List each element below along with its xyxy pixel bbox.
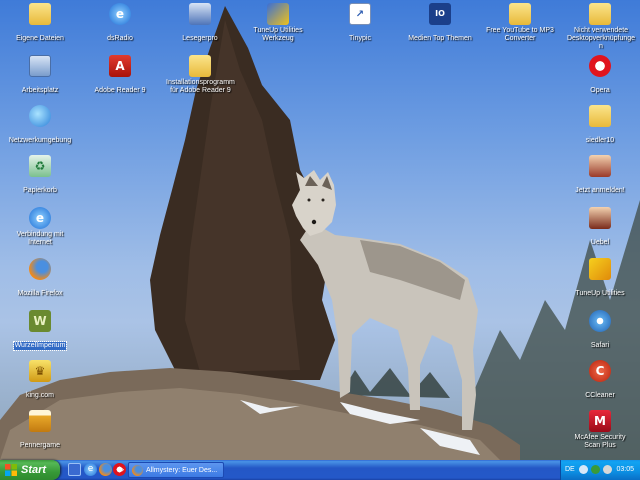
game-icon: W bbox=[29, 310, 51, 332]
firefox-icon bbox=[132, 465, 143, 476]
desktop-icon-arbeitsplatz[interactable]: Arbeitsplatz bbox=[5, 55, 75, 97]
desktop-icon-label: TuneUp Utilities bbox=[575, 290, 625, 297]
desktop-icon-label: dsRadio bbox=[107, 35, 133, 42]
desktop-icon-ccleaner[interactable]: C CCleaner bbox=[565, 360, 635, 402]
security-tray-icon[interactable] bbox=[591, 465, 600, 474]
desktop-icon-wurzelimperium[interactable]: W WurzelImperium bbox=[5, 310, 75, 352]
firefox-icon bbox=[29, 258, 51, 280]
desktop-icon-label: Papierkorb bbox=[23, 187, 57, 194]
desktop-icon-label: king.com bbox=[25, 392, 54, 399]
desktop-icon-free-youtube[interactable]: Free YouTube to MP3 Converter bbox=[485, 3, 555, 45]
tuneup-icon bbox=[589, 258, 611, 280]
game-figure-icon bbox=[589, 207, 611, 229]
desktop-icon-opera[interactable]: Opera bbox=[565, 55, 635, 97]
mcafee-icon: M bbox=[589, 410, 611, 432]
desktop-icon-label: Verbindung mit Internet bbox=[16, 231, 64, 246]
folder-icon bbox=[589, 105, 611, 127]
desktop-icon-label: Installationsprogramm für Adobe Reader 9 bbox=[166, 79, 235, 94]
computer-icon bbox=[29, 55, 51, 77]
desktop-icon-mcafee[interactable]: M McAfee Security Scan Plus bbox=[565, 410, 635, 452]
taskbar: Start e » Allmystery: Euer Des... DE 03:… bbox=[0, 460, 640, 480]
folder-icon bbox=[189, 55, 211, 77]
desktop-icon-uebel[interactable]: Uebel bbox=[565, 207, 635, 249]
network-icon bbox=[29, 105, 51, 127]
recycle-bin-icon: ♻ bbox=[29, 155, 51, 177]
start-button[interactable]: Start bbox=[0, 460, 60, 480]
desktop-icon-label: Medien Top Themen bbox=[408, 35, 472, 42]
desktop-icon-tuneup-werkzeug[interactable]: TuneUp Utilities Werkzeug bbox=[243, 3, 313, 45]
expand-chevron-icon[interactable]: » bbox=[118, 463, 126, 476]
desktop-icon-mozilla-firefox[interactable]: Mozilla Firefox bbox=[5, 258, 75, 300]
desktop-icon-label: Tinypic bbox=[349, 35, 371, 42]
desktop-icon-label: CCleaner bbox=[585, 392, 615, 399]
show-desktop-icon[interactable] bbox=[68, 463, 81, 476]
internet-explorer-icon: e bbox=[29, 207, 51, 229]
beer-icon bbox=[29, 410, 51, 432]
internet-explorer-icon: e bbox=[109, 3, 131, 25]
desktop-icon-pennergame[interactable]: Pennergame bbox=[5, 410, 75, 452]
desktop-icon-nicht-verwendete[interactable]: Nicht verwendete Desktopverknüpfungen bbox=[565, 3, 635, 53]
desktop-icon-label: Adobe Reader 9 bbox=[94, 87, 146, 94]
desktop-icon-label: Free YouTube to MP3 Converter bbox=[486, 27, 554, 42]
desktop-icon-label: Arbeitsplatz bbox=[21, 87, 59, 94]
desktop-icon-verbindung-internet[interactable]: e Verbindung mit Internet bbox=[5, 207, 75, 249]
taskbar-button-allmystery[interactable]: Allmystery: Euer Des... bbox=[128, 462, 224, 478]
desktop-icon-label: Jetzt anmelden! bbox=[575, 187, 625, 194]
desktop-icon-label: WurzelImperium bbox=[12, 341, 68, 351]
desktop-icon-label: Opera bbox=[590, 87, 610, 94]
desktop-icon-papierkorb[interactable]: ♻ Papierkorb bbox=[5, 155, 75, 197]
desktop-icon-eigene-dateien[interactable]: Eigene Dateien bbox=[5, 3, 75, 45]
ccleaner-icon: C bbox=[589, 360, 611, 382]
taskbar-button-label: Allmystery: Euer Des... bbox=[146, 467, 218, 474]
desktop-icon-installationsprogramm[interactable]: Installationsprogramm für Adobe Reader 9 bbox=[165, 55, 235, 97]
network-tray-icon[interactable] bbox=[579, 465, 588, 474]
desktop-icon-label: TuneUp Utilities Werkzeug bbox=[253, 27, 303, 42]
volume-tray-icon[interactable] bbox=[603, 465, 612, 474]
safari-icon bbox=[589, 310, 611, 332]
tuneup-icon bbox=[267, 3, 289, 25]
folder-icon bbox=[509, 3, 531, 25]
desktop-icon-label: Netzwerkumgebung bbox=[8, 137, 72, 144]
language-indicator[interactable]: DE bbox=[565, 460, 575, 480]
firefox-icon[interactable] bbox=[99, 463, 112, 476]
wallpaper-far-trees bbox=[340, 368, 450, 398]
shortcut-icon: ↗ bbox=[349, 3, 371, 25]
desktop-icon-dsradio[interactable]: e dsRadio bbox=[85, 3, 155, 45]
pdf-icon: A bbox=[109, 55, 131, 77]
folder-icon bbox=[589, 3, 611, 25]
desktop-icon-lesegerpro[interactable]: Lesegerpro bbox=[165, 3, 235, 45]
opera-icon bbox=[589, 55, 611, 77]
desktop-icon-safari[interactable]: Safari bbox=[565, 310, 635, 352]
desktop-icon-label: Uebel bbox=[590, 239, 610, 246]
desktop-icon-label: McAfee Security Scan Plus bbox=[574, 434, 626, 449]
desktop[interactable]: Eigene Dateien Arbeitsplatz Netzwerkumge… bbox=[0, 0, 640, 460]
desktop-icon-label: Safari bbox=[590, 342, 610, 349]
io-icon: IO bbox=[429, 3, 451, 25]
start-label: Start bbox=[21, 464, 47, 476]
system-tray: DE 03:05 bbox=[560, 460, 640, 480]
desktop-icon-adobe-reader[interactable]: A Adobe Reader 9 bbox=[85, 55, 155, 97]
folder-icon bbox=[29, 3, 51, 25]
desktop-icon-label: Mozilla Firefox bbox=[17, 290, 63, 297]
desktop-icon-netzwerkumgebung[interactable]: Netzwerkumgebung bbox=[5, 105, 75, 147]
desktop-icon-label: Eigene Dateien bbox=[16, 35, 64, 42]
clock[interactable]: 03:05 bbox=[616, 460, 634, 480]
desktop-icon-medien-top-themen[interactable]: IO Medien Top Themen bbox=[405, 3, 475, 45]
desktop-icon-label: Nicht verwendete Desktopverknüpfungen bbox=[566, 27, 636, 50]
desktop-icon-label: Lesegerpro bbox=[182, 35, 218, 42]
crown-icon: ♛ bbox=[29, 360, 51, 382]
desktop-icon-king-com[interactable]: ♛ king.com bbox=[5, 360, 75, 402]
internet-explorer-icon[interactable]: e bbox=[84, 463, 97, 476]
windows-logo-icon bbox=[5, 464, 17, 476]
desktop-icon-label: Pennergame bbox=[19, 442, 61, 449]
desktop-icon-siedler10[interactable]: siedler10 bbox=[565, 105, 635, 147]
game-figure-icon bbox=[589, 155, 611, 177]
desktop-icon-jetzt-anmelden[interactable]: Jetzt anmelden! bbox=[565, 155, 635, 197]
desktop-icon-tinypic[interactable]: ↗ Tinypic bbox=[325, 3, 395, 45]
desktop-icon-tuneup-utilities[interactable]: TuneUp Utilities bbox=[565, 258, 635, 300]
computer-icon bbox=[189, 3, 211, 25]
desktop-icon-label: siedler10 bbox=[585, 137, 615, 144]
